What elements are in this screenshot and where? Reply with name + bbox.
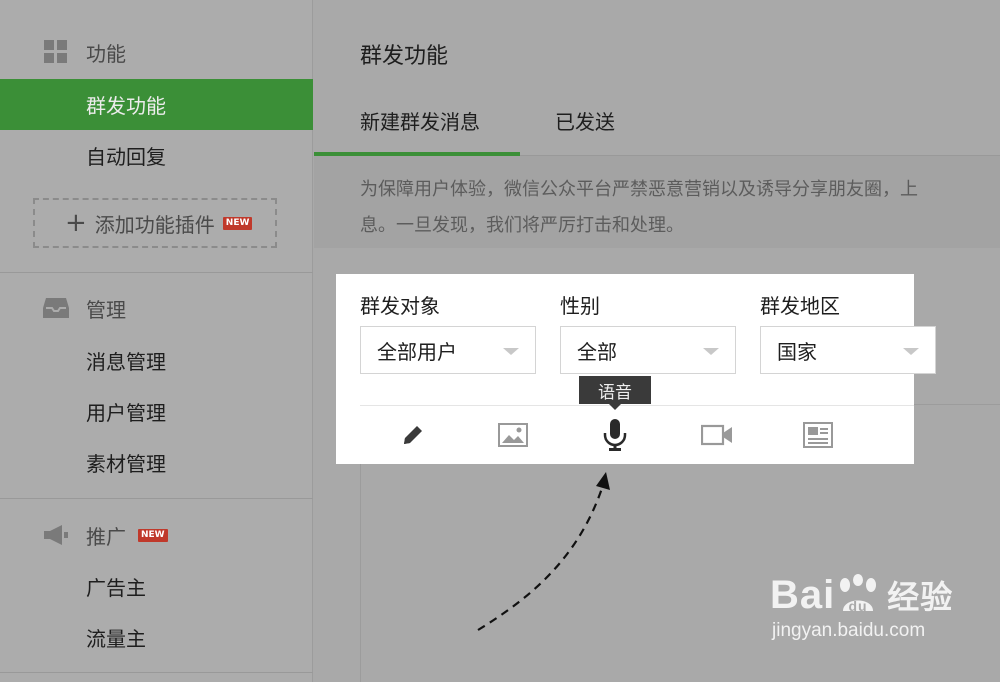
sidebar-item-label: 消息管理 <box>86 350 166 374</box>
chevron-down-icon <box>503 348 519 355</box>
tab-sent[interactable]: 已发送 <box>555 106 615 135</box>
gender-select[interactable]: 全部 <box>560 326 736 374</box>
chevron-down-icon <box>703 348 719 355</box>
gender-select-value: 全部 <box>577 339 617 364</box>
section-title: 推广 <box>86 524 126 549</box>
sidebar-item-label: 流量主 <box>86 627 146 651</box>
divider <box>0 498 313 499</box>
watermark-brand-text: Bai <box>770 572 836 617</box>
article-icon[interactable] <box>801 418 835 452</box>
watermark-url: jingyan.baidu.com <box>772 620 926 641</box>
divider <box>0 272 313 273</box>
section-promote: 推广 NEW <box>0 509 313 561</box>
page-title: 群发功能 <box>360 44 449 69</box>
image-icon[interactable] <box>496 418 530 452</box>
sidebar-item-mass-send[interactable]: 群发功能 <box>0 79 313 130</box>
region-label: 群发地区 <box>760 294 840 318</box>
sidebar-item-label: 群发功能 <box>86 94 166 118</box>
megaphone-icon <box>42 522 70 548</box>
chevron-down-icon <box>903 348 919 355</box>
gender-label: 性别 <box>560 294 600 318</box>
section-manage: 管理 <box>0 282 313 334</box>
watermark-brand: Bai du 经验 <box>770 572 953 618</box>
grid-icon <box>42 39 70 65</box>
notice-banner: 为保障用户体验，微信公众平台严禁恶意营销以及诱导分享朋友圈，上 息。一旦发现，我… <box>314 156 1000 248</box>
region-select[interactable]: 国家 <box>760 326 936 374</box>
section-function: 功能 <box>0 26 313 78</box>
svg-text:du: du <box>849 598 868 614</box>
new-badge: NEW <box>138 528 168 542</box>
add-plugin-button[interactable]: + 添加功能插件 NEW <box>33 198 277 248</box>
watermark-brand-cn: 经验 <box>887 579 954 615</box>
add-plugin-label: 添加功能插件 <box>94 212 215 237</box>
annotation-arrow <box>477 472 610 631</box>
sidebar: 功能 群发功能 自动回复 + 添加功能插件 NEW 管理 消息管理 用户管理 素… <box>0 0 313 682</box>
pencil-icon[interactable] <box>396 418 430 452</box>
sidebar-item-users[interactable]: 用户管理 <box>0 386 313 437</box>
notice-line-2: 息。一旦发现，我们将严厉打击和处理。 <box>360 215 684 236</box>
sidebar-item-materials[interactable]: 素材管理 <box>0 437 313 488</box>
sidebar-item-label: 广告主 <box>86 576 146 600</box>
sidebar-item-label: 用户管理 <box>86 401 166 425</box>
region-select-value: 国家 <box>777 339 817 364</box>
target-label: 群发对象 <box>360 294 440 318</box>
divider <box>0 672 313 673</box>
microphone-icon[interactable] <box>598 418 632 452</box>
paw-icon: du <box>840 574 877 614</box>
section-title: 管理 <box>86 297 126 322</box>
plus-icon: + <box>65 208 87 238</box>
tab-new-mass-message[interactable]: 新建群发消息 <box>360 106 480 135</box>
sidebar-item-advertiser[interactable]: 广告主 <box>0 561 313 612</box>
new-badge: NEW <box>222 216 253 230</box>
target-select[interactable]: 全部用户 <box>360 326 536 374</box>
sidebar-item-auto-reply[interactable]: 自动回复 <box>0 130 313 181</box>
sidebar-item-messages[interactable]: 消息管理 <box>0 335 313 386</box>
video-icon[interactable] <box>700 418 734 452</box>
sidebar-item-publisher[interactable]: 流量主 <box>0 612 313 663</box>
notice-line-1: 为保障用户体验，微信公众平台严禁恶意营销以及诱导分享朋友圈，上 <box>360 179 918 200</box>
tooltip-voice: 语音 <box>579 376 651 410</box>
section-title: 功能 <box>86 41 126 66</box>
baidu-jingyan-watermark: Bai du 经验 jingyan.baidu.com <box>770 572 953 642</box>
sidebar-item-label: 素材管理 <box>86 452 166 476</box>
target-select-value: 全部用户 <box>377 339 457 364</box>
toolbar-divider <box>360 405 914 406</box>
sidebar-item-label: 自动回复 <box>86 145 166 169</box>
inbox-icon <box>42 295 70 321</box>
